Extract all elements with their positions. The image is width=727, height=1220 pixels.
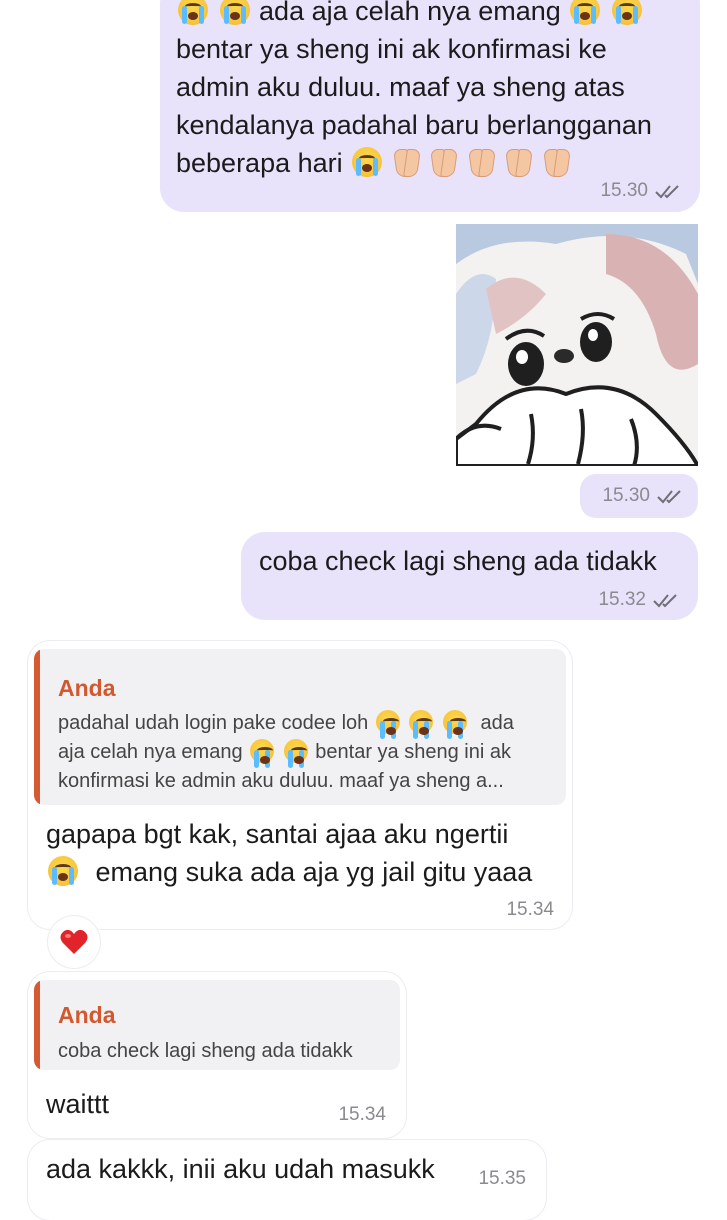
incoming-message-bubble[interactable]: Anda coba check lagi sheng ada tidakk wa… <box>28 972 406 1138</box>
quote-line-text: ada <box>480 712 514 734</box>
quote-line: padahal udah login pake codee loh ada <box>58 709 550 739</box>
message-line: admin aku duluu. maaf ya sheng atas <box>176 72 625 102</box>
sticker-image[interactable] <box>456 224 698 466</box>
message-line: ada aja celah nya emang <box>176 0 688 30</box>
message-text: ada aja celah nya emang bentar ya sheng … <box>176 0 688 182</box>
crying-emoji-icon <box>409 710 434 739</box>
outgoing-message-bubble[interactable]: coba check lagi sheng ada tidakk 15.32 <box>241 532 698 620</box>
folded-hands-emoji-icon <box>430 147 458 177</box>
crying-emoji-icon <box>283 739 308 768</box>
quote-line-text: padahal udah login pake codee loh <box>58 712 369 734</box>
folded-hands-emoji-icon <box>393 147 421 177</box>
message-line: kendalanya padahal baru berlangganan <box>176 110 652 140</box>
crying-emoji-icon <box>48 856 78 886</box>
crying-emoji-icon <box>442 710 467 739</box>
incoming-message-bubble[interactable]: ada kakkk, inii aku udah masukk 15.35 <box>28 1140 546 1220</box>
quote-line-text: bentar ya sheng ini ak <box>315 741 511 763</box>
message-timestamp: 15.30 <box>600 180 682 202</box>
folded-hands-emoji-icon <box>505 147 533 177</box>
message-line-text: emang suka ada aja yg jail gitu yaaa <box>95 857 533 887</box>
crying-emoji-icon <box>250 739 275 768</box>
message-line: bentar ya sheng ini ak konfirmasi ke <box>176 34 607 64</box>
crying-emoji-icon <box>375 710 400 739</box>
crying-emoji-icon <box>352 147 383 177</box>
quote-line-text: aja celah nya emang <box>58 741 243 763</box>
double-check-icon <box>655 185 679 199</box>
message-timestamp: 15.34 <box>506 899 554 920</box>
message-line: beberapa hari <box>176 144 688 182</box>
message-text: gapapa bgt kak, santai ajaa aku ngertii … <box>46 815 558 891</box>
quoted-message[interactable]: Anda coba check lagi sheng ada tidakk <box>34 980 400 1070</box>
quote-author: Anda <box>58 675 116 701</box>
outgoing-message-bubble[interactable]: ada aja celah nya emang bentar ya sheng … <box>160 0 700 212</box>
message-timestamp: 15.35 <box>478 1168 526 1189</box>
message-reaction[interactable] <box>48 916 100 968</box>
message-line: emang suka ada aja yg jail gitu yaaa <box>46 853 558 891</box>
folded-hands-emoji-icon <box>543 147 571 177</box>
heart-icon <box>60 929 88 954</box>
message-timestamp: 15.30 <box>602 485 684 507</box>
crying-emoji-icon <box>570 0 601 25</box>
crying-emoji-icon <box>178 0 208 25</box>
quote-line: aja celah nya emang bentar ya sheng ini … <box>58 738 550 768</box>
message-timestamp: 15.32 <box>598 589 680 611</box>
timestamp-text: 15.32 <box>598 589 646 610</box>
message-timestamp: 15.34 <box>338 1104 386 1125</box>
message-line-text: beberapa hari <box>176 148 343 178</box>
quote-text: padahal udah login pake codee loh ada aj… <box>58 709 550 796</box>
crying-dog-sticker-icon <box>456 224 698 466</box>
quote-line: konfirmasi ke admin aku duluu. maaf ya s… <box>58 770 504 792</box>
double-check-icon <box>653 594 677 608</box>
timestamp-text: 15.30 <box>602 485 650 506</box>
quote-author: Anda <box>58 1002 116 1028</box>
chat-thread: ada aja celah nya emang bentar ya sheng … <box>0 0 727 1220</box>
message-line-text: ada aja celah nya emang <box>259 0 561 26</box>
sticker-timestamp-bubble: 15.30 <box>580 474 698 518</box>
timestamp-text: 15.30 <box>600 180 648 201</box>
quote-text: coba check lagi sheng ada tidakk <box>58 1040 353 1062</box>
message-text: ada kakkk, inii aku udah masukk <box>46 1154 435 1184</box>
quoted-message[interactable]: Anda padahal udah login pake codee loh a… <box>34 649 566 805</box>
message-line: gapapa bgt kak, santai ajaa aku ngertii <box>46 819 509 849</box>
crying-emoji-icon <box>219 0 250 25</box>
double-check-icon <box>657 490 681 504</box>
message-text: coba check lagi sheng ada tidakk <box>259 546 657 576</box>
folded-hands-emoji-icon <box>468 147 496 177</box>
message-text: waittt <box>46 1089 110 1119</box>
incoming-message-bubble[interactable]: Anda padahal udah login pake codee loh a… <box>28 641 572 929</box>
crying-emoji-icon <box>611 0 642 25</box>
